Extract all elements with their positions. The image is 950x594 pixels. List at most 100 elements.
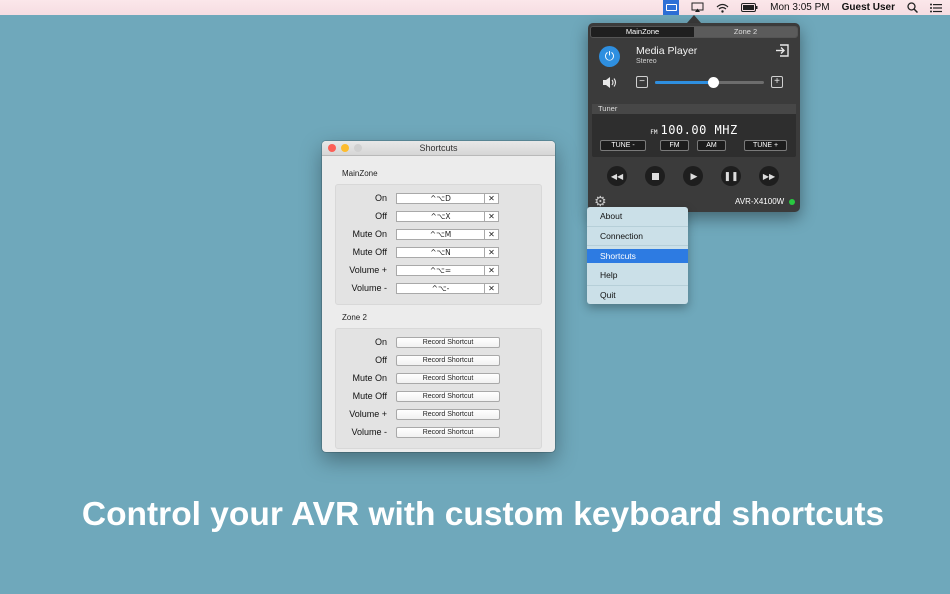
tune-down-button[interactable]: TUNE - <box>600 140 646 151</box>
shortcut-label: Volume + <box>349 409 387 419</box>
clear-shortcut-button[interactable]: ✕ <box>485 210 499 222</box>
clear-shortcut-button[interactable]: ✕ <box>485 282 499 294</box>
shortcut-label: On <box>374 337 387 347</box>
shortcuts-window: Shortcuts MainZone On ^⌥D ✕ Off ^⌥X ✕ Mute On ^… <box>322 141 555 452</box>
shortcut-field[interactable]: ^⌥M <box>396 228 485 240</box>
battery-icon[interactable] <box>741 0 758 15</box>
shortcut-label: Volume + <box>349 265 387 275</box>
shortcut-field[interactable]: ^⌥N <box>396 246 485 258</box>
zoom-button <box>354 144 362 152</box>
stop-button[interactable] <box>645 166 665 186</box>
clear-shortcut-button[interactable]: ✕ <box>485 192 499 204</box>
popover-caret <box>687 15 701 23</box>
window-title: Shortcuts <box>419 143 458 153</box>
airplay-icon[interactable] <box>691 0 704 15</box>
tuner-panel: Tuner FM 100.00 MHZ TUNE - FM AM TUNE + <box>592 104 796 157</box>
mainzone-group-label: MainZone <box>342 169 378 178</box>
menu-item-connection[interactable]: Connection <box>587 227 688 247</box>
record-shortcut-button[interactable]: Record Shortcut <box>396 336 500 348</box>
shortcut-field[interactable]: ^⌥- <box>396 282 485 294</box>
fm-button[interactable]: FM <box>660 140 689 151</box>
volume-up-button[interactable]: + <box>771 76 783 88</box>
menubar-user[interactable]: Guest User <box>842 0 895 15</box>
shortcut-field[interactable]: ^⌥= <box>396 264 485 276</box>
window-titlebar[interactable]: Shortcuts <box>322 141 555 156</box>
close-button[interactable] <box>328 144 336 152</box>
mainzone-shortcut-row: On ^⌥D ✕ <box>336 189 541 207</box>
rewind-button[interactable]: ◀◀ <box>607 166 627 186</box>
power-icon: ⏻ <box>604 49 615 63</box>
avr-popover: MainZone Zone 2 ⏻ Media Player Stereo − … <box>588 23 800 212</box>
am-button[interactable]: AM <box>697 140 726 151</box>
minimize-button[interactable] <box>341 144 349 152</box>
input-select-icon[interactable] <box>775 44 789 60</box>
mainzone-group: On ^⌥D ✕ Off ^⌥X ✕ Mute On ^⌥M ✕ Mute Off ^⌥N ✕ Volu… <box>335 184 542 305</box>
shortcut-label: Mute Off <box>352 391 387 401</box>
tuner-label: Tuner <box>592 104 796 114</box>
record-shortcut-button[interactable]: Record Shortcut <box>396 390 500 402</box>
volume-knob[interactable] <box>707 77 719 88</box>
avr-menubar-icon[interactable] <box>663 0 680 15</box>
wifi-icon[interactable] <box>716 0 729 15</box>
record-shortcut-button[interactable]: Record Shortcut <box>396 426 500 438</box>
shortcut-label: Volume - <box>351 427 387 437</box>
surround-mode: Stereo <box>636 58 657 65</box>
clear-shortcut-button[interactable]: ✕ <box>485 246 499 258</box>
shortcut-label: Mute On <box>352 373 387 383</box>
shortcut-field[interactable]: ^⌥X <box>396 210 485 222</box>
record-shortcut-button[interactable]: Record Shortcut <box>396 354 500 366</box>
zone2-shortcut-row: Volume - Record Shortcut <box>336 423 541 441</box>
zone-tabs: MainZone Zone 2 <box>590 26 798 38</box>
mainzone-shortcut-row: Mute On ^⌥M ✕ <box>336 225 541 243</box>
clear-shortcut-button[interactable]: ✕ <box>485 264 499 276</box>
connection-status-dot <box>789 199 795 205</box>
shortcut-label: On <box>374 193 387 203</box>
tab-zone2[interactable]: Zone 2 <box>694 27 797 37</box>
shortcut-label: Off <box>375 211 387 221</box>
menu-item-shortcuts[interactable]: Shortcuts <box>587 249 688 264</box>
pause-button[interactable]: ❚❚ <box>721 166 741 186</box>
volume-slider[interactable] <box>655 77 764 88</box>
pause-icon: ❚❚ <box>723 170 739 181</box>
power-button[interactable]: ⏻ <box>599 46 620 67</box>
gear-menu: About Connection Shortcuts Help Quit <box>587 207 688 304</box>
record-shortcut-button[interactable]: Record Shortcut <box>396 408 500 420</box>
menu-item-quit[interactable]: Quit <box>587 286 688 306</box>
fast-forward-button[interactable]: ▶▶ <box>759 166 779 186</box>
zone2-shortcut-row: Off Record Shortcut <box>336 351 541 369</box>
shortcut-label: Mute Off <box>352 247 387 257</box>
zone2-shortcut-row: Mute Off Record Shortcut <box>336 387 541 405</box>
volume-down-button[interactable]: − <box>636 76 648 88</box>
shortcut-label: Mute On <box>352 229 387 239</box>
mainzone-shortcut-row: Volume + ^⌥= ✕ <box>336 261 541 279</box>
shortcut-field[interactable]: ^⌥D <box>396 192 485 204</box>
play-icon: ▶ <box>690 170 698 181</box>
shortcut-label: Volume - <box>351 283 387 293</box>
menu-item-about[interactable]: About <box>587 207 688 227</box>
tuner-frequency-value: 100.00 MHZ <box>660 123 738 137</box>
tuner-frequency: FM 100.00 MHZ <box>592 119 796 138</box>
search-icon[interactable] <box>907 0 918 15</box>
menubar-clock[interactable]: Mon 3:05 PM <box>770 0 829 15</box>
list-icon[interactable] <box>930 0 942 15</box>
tab-mainzone[interactable]: MainZone <box>591 27 694 37</box>
mainzone-shortcut-row: Volume - ^⌥- ✕ <box>336 279 541 297</box>
mainzone-shortcut-row: Off ^⌥X ✕ <box>336 207 541 225</box>
zone2-shortcut-row: Volume + Record Shortcut <box>336 405 541 423</box>
menu-bar: Mon 3:05 PM Guest User <box>0 0 950 15</box>
mainzone-shortcut-row: Mute Off ^⌥N ✕ <box>336 243 541 261</box>
volume-fill <box>655 81 713 84</box>
stop-icon <box>651 172 659 180</box>
rewind-icon: ◀◀ <box>610 171 624 181</box>
record-shortcut-button[interactable]: Record Shortcut <box>396 372 500 384</box>
marketing-tagline: Control your AVR with custom keyboard sh… <box>81 496 885 533</box>
menu-item-help[interactable]: Help <box>587 266 688 286</box>
play-button[interactable]: ▶ <box>683 166 703 186</box>
clear-shortcut-button[interactable]: ✕ <box>485 228 499 240</box>
zone2-shortcut-row: On Record Shortcut <box>336 333 541 351</box>
tune-up-button[interactable]: TUNE + <box>744 140 787 151</box>
fast-forward-icon: ▶▶ <box>762 171 776 181</box>
tuner-band: FM <box>650 129 658 136</box>
speaker-icon[interactable] <box>602 76 618 92</box>
zone2-shortcut-row: Mute On Record Shortcut <box>336 369 541 387</box>
